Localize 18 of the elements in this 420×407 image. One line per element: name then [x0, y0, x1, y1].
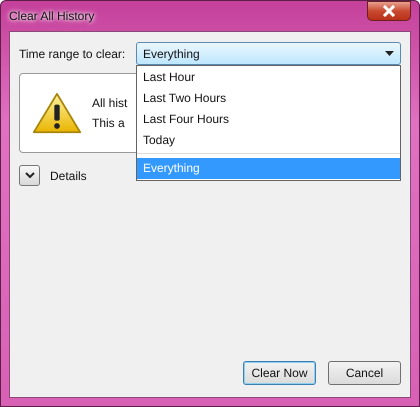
- details-toggle[interactable]: [19, 165, 40, 186]
- dialog-button[interactable]: Clear Now: [243, 361, 316, 385]
- details-label: Details: [50, 168, 87, 182]
- dropdown-option[interactable]: Last Hour: [137, 67, 400, 88]
- dropdown-option[interactable]: Last Two Hours: [137, 88, 400, 109]
- warning-text: All hist: [92, 96, 128, 110]
- time-range-label: Time range to clear:: [19, 46, 126, 60]
- close-button[interactable]: [367, 1, 411, 21]
- warning-text: This a: [92, 116, 126, 130]
- dropdown-option[interactable]: Last Four Hours: [137, 109, 400, 130]
- warning-icon: [32, 92, 82, 134]
- close-icon: [382, 5, 396, 17]
- caret-icon: [385, 51, 394, 56]
- chevron-icon: [24, 172, 34, 179]
- window-title: Clear All History: [9, 9, 94, 23]
- dropdown-option[interactable]: Today: [137, 130, 400, 151]
- dialog-button[interactable]: Cancel: [328, 361, 401, 385]
- time-range-dropdown[interactable]: Everything: [136, 42, 401, 65]
